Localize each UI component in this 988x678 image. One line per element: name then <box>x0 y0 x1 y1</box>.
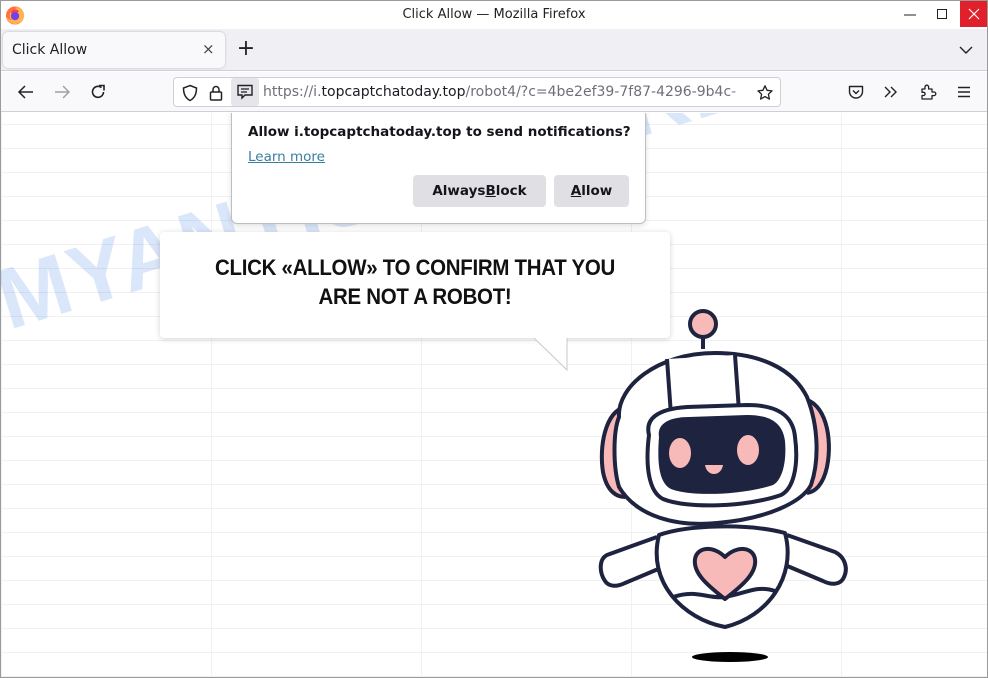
navigation-toolbar: https://i.topcaptchatoday.top/robot4/?c=… <box>1 72 987 112</box>
pocket-button[interactable] <box>845 81 867 103</box>
message-line-2: ARE NOT A ROBOT! <box>318 284 512 309</box>
web-page-content: MYANTISPYWARE.COM CLICK «ALLOW» TO CONFI… <box>1 113 987 677</box>
pocket-icon <box>848 85 864 99</box>
robot-arm-left <box>598 535 664 588</box>
reload-button[interactable] <box>87 81 109 103</box>
url-fade <box>729 81 755 103</box>
tab-strip: Click Allow × + <box>1 29 987 71</box>
robot-helmet <box>612 350 819 526</box>
robot-message: CLICK «ALLOW» TO CONFIRM THAT YOU ARE NO… <box>178 253 652 311</box>
app-menu-button[interactable] <box>953 81 975 103</box>
block-label-pre: Always <box>432 183 486 199</box>
url-text[interactable]: https://i.topcaptchatoday.top/robot4/?c=… <box>263 84 755 100</box>
robot-antenna <box>688 309 718 349</box>
more-tools-button[interactable] <box>880 81 902 103</box>
forward-arrow-icon <box>55 85 71 99</box>
robot-shadow <box>692 652 768 662</box>
allow-label-post: llow <box>581 183 613 199</box>
allow-button[interactable]: Allow <box>554 175 629 207</box>
close-icon <box>968 8 979 20</box>
double-chevron-right-icon <box>884 86 897 98</box>
permission-question: Allow i.topcaptchatoday.top to send noti… <box>248 124 631 140</box>
tracking-protection-shield-icon[interactable] <box>179 82 201 104</box>
minimize-icon <box>904 14 916 16</box>
reload-icon <box>91 84 105 99</box>
tab-click-allow[interactable]: Click Allow × <box>3 32 225 68</box>
notification-permission-popup: Allow i.topcaptchatoday.top to send noti… <box>231 113 646 224</box>
speech-bubble-tail <box>533 337 568 371</box>
back-arrow-icon <box>17 85 33 99</box>
bookmark-star-icon[interactable] <box>754 82 776 104</box>
title-bar: Click Allow — Mozilla Firefox <box>1 1 987 29</box>
maximize-icon <box>937 9 947 19</box>
learn-more-link[interactable]: Learn more <box>248 149 325 165</box>
message-line-1: CLICK «ALLOW» TO CONFIRM THAT YOU <box>215 255 615 280</box>
url-scheme: https://i. <box>263 84 322 100</box>
maximize-button[interactable] <box>926 1 958 27</box>
allow-access-key: A <box>570 183 582 199</box>
robot-illustration <box>598 309 848 662</box>
extensions-button[interactable] <box>917 81 939 103</box>
new-tab-button[interactable]: + <box>235 38 257 61</box>
popup-arrow <box>237 113 257 117</box>
address-bar[interactable]: https://i.topcaptchatoday.top/robot4/?c=… <box>173 77 781 107</box>
tab-label: Click Allow <box>12 42 88 58</box>
notification-permission-icon[interactable] <box>231 78 259 106</box>
forward-button[interactable] <box>51 81 73 103</box>
robot-arm-right <box>784 533 848 586</box>
block-label-post: lock <box>495 183 527 199</box>
block-access-key: B <box>485 183 496 199</box>
window-title: Click Allow — Mozilla Firefox <box>402 7 586 22</box>
tab-close-icon[interactable]: × <box>202 41 216 57</box>
close-window-button[interactable] <box>960 1 987 27</box>
always-block-button[interactable]: Always Block <box>413 175 546 207</box>
site-security-lock-icon[interactable] <box>205 82 227 104</box>
list-all-tabs-chevron-down-icon[interactable] <box>957 41 975 59</box>
url-host: topcaptchatoday.top <box>321 84 466 100</box>
back-button[interactable] <box>15 81 37 103</box>
url-path: /robot4/?c=4be2ef39-7f87-4296-9b4c- <box>465 84 737 100</box>
speech-bubble: CLICK «ALLOW» TO CONFIRM THAT YOU ARE NO… <box>160 232 670 338</box>
puzzle-piece-icon <box>921 84 937 100</box>
minimize-button[interactable] <box>894 1 926 27</box>
hamburger-menu-icon <box>958 86 970 98</box>
